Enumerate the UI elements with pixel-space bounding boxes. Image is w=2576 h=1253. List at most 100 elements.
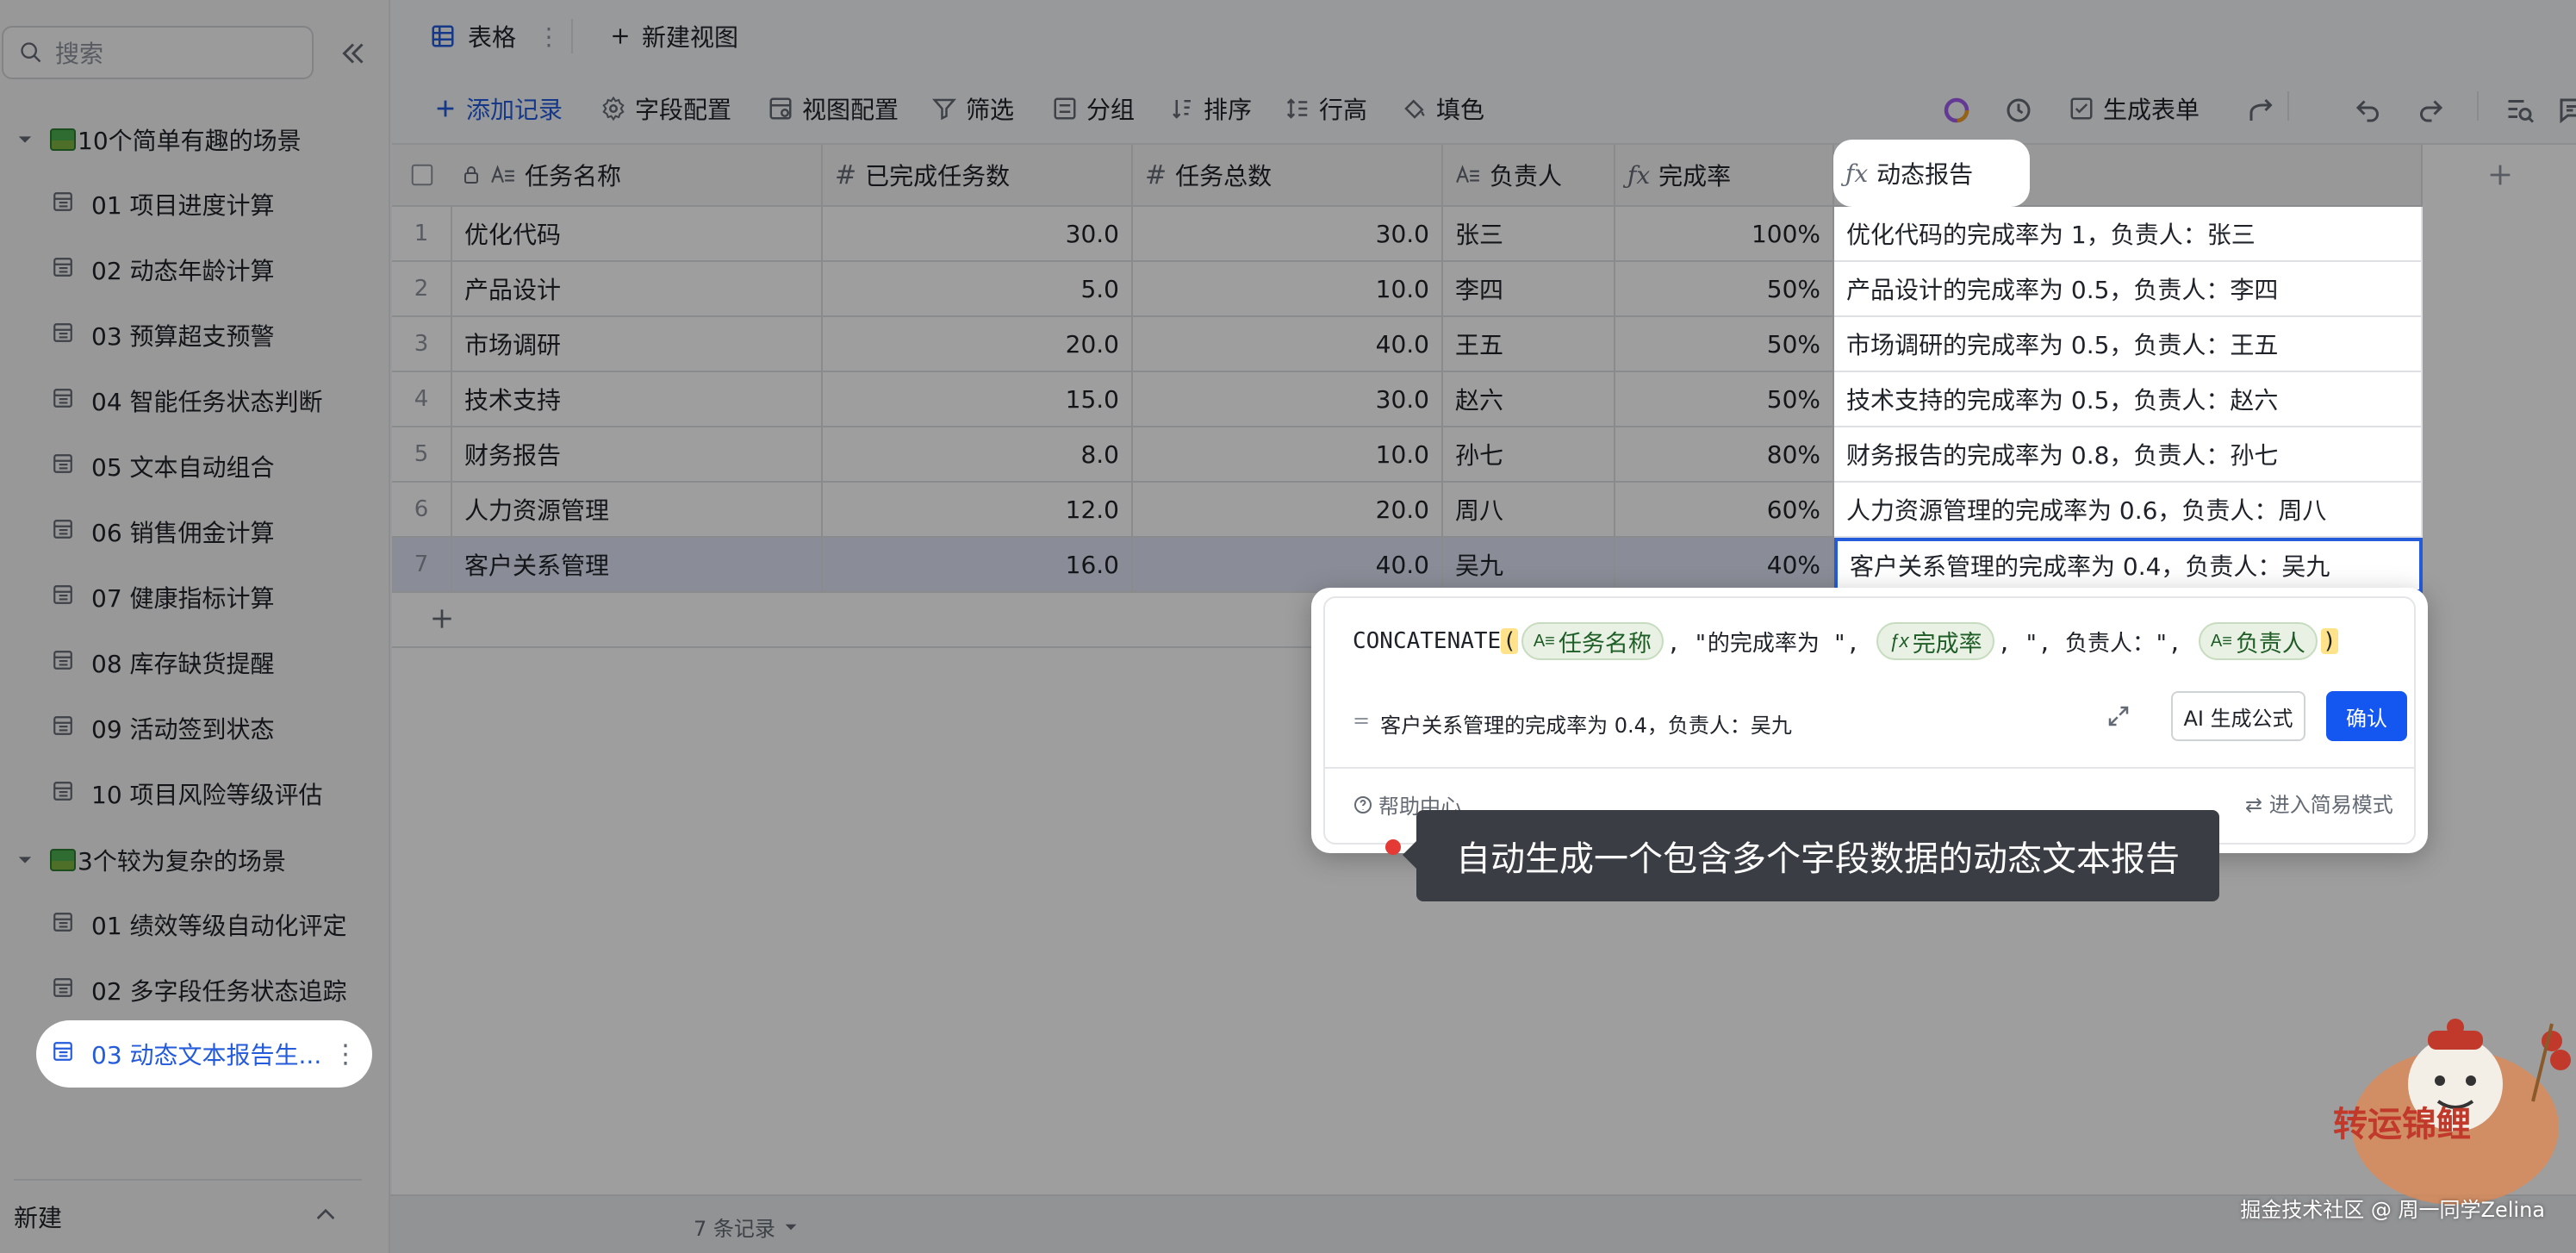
formula-input[interactable]: CONCATENATE(A≡ 任务名称, "的完成率为 ", ƒx 完成率, ", …	[1353, 622, 2338, 660]
search-input[interactable]: 搜索	[2, 26, 314, 79]
cell-done[interactable]: 12.0	[823, 483, 1133, 536]
field-chip-name[interactable]: A≡ 任务名称	[1521, 622, 1664, 660]
select-all-checkbox[interactable]	[392, 162, 452, 188]
cell-report[interactable]: 客户关系管理的完成率为 0.4，负责人：吴九	[1834, 538, 2423, 593]
cell-idx[interactable]: 3	[392, 317, 452, 371]
sidebar-item[interactable]: 08 库存缺货提醒	[38, 636, 376, 689]
cell-total[interactable]: 40.0	[1133, 317, 1443, 371]
sidebar-item[interactable]: 06 销售佣金计算	[38, 505, 376, 558]
new-view-button[interactable]: 新建视图	[609, 17, 738, 55]
cell-rate[interactable]: 40%	[1615, 538, 1834, 591]
sidebar-item[interactable]: 07 健康指标计算	[38, 570, 376, 624]
search-records-icon[interactable]	[2504, 95, 2536, 126]
cell-total[interactable]: 40.0	[1133, 538, 1443, 591]
sidebar-item[interactable]: 04 智能任务状态判断	[38, 374, 376, 427]
cell-report[interactable]: 财务报告的完成率为 0.8，负责人：孙七	[1834, 427, 2423, 483]
cell-rate[interactable]: 50%	[1615, 372, 1834, 426]
add-column-icon[interactable]	[2486, 160, 2515, 190]
filter-button[interactable]: 筛选	[931, 90, 1014, 128]
cell-done[interactable]: 15.0	[823, 372, 1133, 426]
chevron-up-icon[interactable]	[312, 1201, 339, 1229]
sort-button[interactable]: 排序	[1169, 90, 1252, 128]
cell-total[interactable]: 20.0	[1133, 483, 1443, 536]
tab-table[interactable]: 表格 ⋮	[430, 17, 561, 55]
cell-done[interactable]: 30.0	[823, 207, 1133, 260]
simple-mode-link[interactable]: ⇄ 进入简易模式	[2245, 788, 2393, 818]
field-chip-rate[interactable]: ƒx 完成率	[1876, 622, 1994, 660]
sidebar-item-active[interactable]: 03 动态文本报告生... ⋮	[36, 1020, 372, 1088]
sidebar-item[interactable]: 02 多字段任务状态追踪	[38, 963, 376, 1017]
view-config-button[interactable]: 视图配置	[768, 90, 899, 128]
column-header-report-highlight[interactable]: ƒx 动态报告	[1833, 140, 2030, 207]
redo-icon[interactable]	[2415, 95, 2446, 126]
sidebar-item[interactable]: 02 动态年龄计算	[38, 243, 376, 296]
cell-owner[interactable]: 张三	[1443, 207, 1615, 260]
share-icon[interactable]	[2246, 95, 2277, 126]
cell-rate[interactable]: 50%	[1615, 317, 1834, 371]
cell-idx[interactable]: 6	[392, 483, 452, 536]
sidebar-item[interactable]: 01 项目进度计算	[38, 178, 376, 231]
comment-icon[interactable]	[2556, 95, 2576, 126]
sidebar-item[interactable]: 05 文本自动组合	[38, 439, 376, 493]
cell-done[interactable]: 8.0	[823, 427, 1133, 481]
cell-idx[interactable]: 5	[392, 427, 452, 481]
column-header-total[interactable]: # 任务总数	[1133, 145, 1443, 207]
cell-report[interactable]: 技术支持的完成率为 0.5，负责人：赵六	[1834, 372, 2423, 427]
undo-icon[interactable]	[2353, 95, 2384, 126]
cell-report[interactable]: 人力资源管理的完成率为 0.6，负责人：周八	[1834, 483, 2423, 538]
cell-total[interactable]: 30.0	[1133, 207, 1443, 260]
cell-name[interactable]: 产品设计	[452, 262, 823, 315]
cell-report[interactable]: 市场调研的完成率为 0.5，负责人：王五	[1834, 317, 2423, 372]
cell-idx[interactable]: 1	[392, 207, 452, 260]
history-icon[interactable]	[2003, 95, 2034, 126]
cell-idx[interactable]: 7	[392, 538, 452, 591]
cell-idx[interactable]: 2	[392, 262, 452, 315]
cell-owner[interactable]: 吴九	[1443, 538, 1615, 591]
cell-rate[interactable]: 50%	[1615, 262, 1834, 315]
cell-done[interactable]: 5.0	[823, 262, 1133, 315]
cell-name[interactable]: 优化代码	[452, 207, 823, 260]
cell-owner[interactable]: 孙七	[1443, 427, 1615, 481]
sidebar-item[interactable]: 03 预算超支预警	[38, 309, 376, 362]
field-config-button[interactable]: 字段配置	[600, 90, 731, 128]
cell-owner[interactable]: 赵六	[1443, 372, 1615, 426]
cell-name[interactable]: 技术支持	[452, 372, 823, 426]
sidebar-item[interactable]: 10 项目风险等级评估	[38, 767, 376, 820]
add-record-button[interactable]: 添加记录	[433, 90, 563, 128]
cell-owner[interactable]: 周八	[1443, 483, 1615, 536]
column-header-name[interactable]: 任务名称	[392, 145, 823, 207]
cell-name[interactable]: 人力资源管理	[452, 483, 823, 536]
sidebar-item[interactable]: 01 绩效等级自动化评定	[38, 898, 376, 951]
cell-rate[interactable]: 80%	[1615, 427, 1834, 481]
cell-name[interactable]: 客户关系管理	[452, 538, 823, 591]
sidebar-item[interactable]: 09 活动签到状态	[38, 701, 376, 755]
group-button[interactable]: 分组	[1052, 90, 1135, 128]
cell-report[interactable]: 优化代码的完成率为 1，负责人：张三	[1834, 207, 2423, 262]
cell-rate[interactable]: 100%	[1615, 207, 1834, 260]
more-icon[interactable]: ⋮	[333, 1039, 358, 1069]
generate-form-button[interactable]: 生成表单	[2069, 90, 2200, 128]
record-count[interactable]: 7 条记录	[694, 1212, 798, 1242]
cell-idx[interactable]: 4	[392, 372, 452, 426]
column-header-done[interactable]: # 已完成任务数	[823, 145, 1133, 207]
ai-assistant-icon[interactable]	[1941, 95, 1972, 126]
column-header-owner[interactable]: 负责人	[1443, 145, 1615, 207]
collapse-sidebar-icon[interactable]	[338, 38, 369, 69]
more-icon[interactable]: ⋮	[537, 22, 561, 51]
ai-generate-formula-button[interactable]: AI 生成公式	[2171, 691, 2305, 741]
column-header-rate[interactable]: ƒx 完成率	[1615, 145, 1834, 207]
cell-total[interactable]: 10.0	[1133, 262, 1443, 315]
cell-name[interactable]: 市场调研	[452, 317, 823, 371]
cell-report[interactable]: 产品设计的完成率为 0.5，负责人：李四	[1834, 262, 2423, 317]
cell-owner[interactable]: 李四	[1443, 262, 1615, 315]
cell-name[interactable]: 财务报告	[452, 427, 823, 481]
cell-done[interactable]: 16.0	[823, 538, 1133, 591]
cell-total[interactable]: 10.0	[1133, 427, 1443, 481]
fill-color-button[interactable]: 填色	[1402, 90, 1484, 128]
cell-owner[interactable]: 王五	[1443, 317, 1615, 371]
field-chip-owner[interactable]: A≡ 负责人	[2198, 622, 2318, 660]
expand-icon[interactable]	[2106, 703, 2131, 729]
cell-done[interactable]: 20.0	[823, 317, 1133, 371]
sidebar-group-complex[interactable]: 3个较为复杂的场景	[0, 836, 379, 884]
new-button[interactable]: 新建	[14, 1200, 62, 1234]
